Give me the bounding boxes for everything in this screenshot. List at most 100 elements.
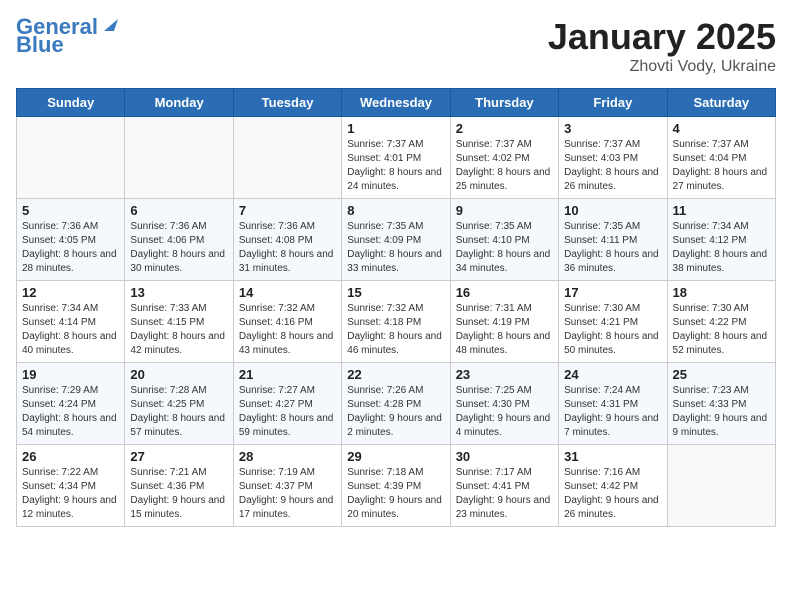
calendar-cell: 1 Sunrise: 7:37 AM Sunset: 4:01 PM Daylig… bbox=[342, 117, 450, 199]
calendar-cell: 4 Sunrise: 7:37 AM Sunset: 4:04 PM Daylig… bbox=[667, 117, 775, 199]
day-info: Sunrise: 7:34 AM Sunset: 4:14 PM Dayligh… bbox=[22, 302, 119, 358]
calendar-cell: 25Sunrise: 7:23 AM Sunset: 4:33 PM Dayli… bbox=[667, 363, 775, 445]
day-number: 7 bbox=[239, 203, 336, 218]
calendar-cell: 17 Sunrise: 7:30 AM Sunset: 4:21 PM Dayli… bbox=[559, 281, 667, 363]
day-number: 22 bbox=[347, 367, 444, 382]
logo-text-blue: Blue bbox=[16, 34, 64, 56]
weekday-header-row: SundayMondayTuesdayWednesdayThursdayFrid… bbox=[17, 89, 776, 117]
calendar-cell: 14Sunrise: 7:32 AM Sunset: 4:16 PM Dayli… bbox=[233, 281, 341, 363]
day-number: 26 bbox=[22, 449, 119, 464]
day-info: Sunrise: 7:28 AM Sunset: 4:25 PM Dayligh… bbox=[130, 384, 227, 440]
day-info: Sunrise: 7:37 AM Sunset: 4:03 PM Dayligh… bbox=[564, 138, 661, 194]
day-info: Sunrise: 7:29 AM Sunset: 4:24 PM Dayligh… bbox=[22, 384, 119, 440]
day-number: 17 bbox=[564, 285, 661, 300]
calendar-cell bbox=[125, 117, 233, 199]
calendar-cell bbox=[233, 117, 341, 199]
calendar-cell: 21 Sunrise: 7:27 AM Sunset: 4:27 PM Dayli… bbox=[233, 363, 341, 445]
weekday-header-sunday: Sunday bbox=[17, 89, 125, 117]
calendar-cell: 12 Sunrise: 7:34 AM Sunset: 4:14 PM Dayli… bbox=[17, 281, 125, 363]
day-number: 2 bbox=[456, 121, 553, 136]
day-info: Sunrise: 7:37 AM Sunset: 4:01 PM Dayligh… bbox=[347, 138, 444, 194]
day-number: 18 bbox=[673, 285, 770, 300]
day-info: Sunrise: 7:32 AM Sunset: 4:18 PM Dayligh… bbox=[347, 302, 444, 358]
logo-icon bbox=[100, 15, 118, 33]
day-number: 14 bbox=[239, 285, 336, 300]
day-info: Sunrise: 7:37 AM Sunset: 4:04 PM Dayligh… bbox=[673, 138, 770, 194]
calendar-week-2: 12 Sunrise: 7:34 AM Sunset: 4:14 PM Dayli… bbox=[17, 281, 776, 363]
day-number: 1 bbox=[347, 121, 444, 136]
calendar-cell: 7 Sunrise: 7:36 AM Sunset: 4:08 PM Daylig… bbox=[233, 199, 341, 281]
day-number: 8 bbox=[347, 203, 444, 218]
day-info: Sunrise: 7:34 AM Sunset: 4:12 PM Dayligh… bbox=[673, 220, 770, 276]
day-number: 5 bbox=[22, 203, 119, 218]
calendar-cell: 20 Sunrise: 7:28 AM Sunset: 4:25 PM Dayli… bbox=[125, 363, 233, 445]
logo: General Blue bbox=[16, 16, 118, 56]
calendar-cell: 19 Sunrise: 7:29 AM Sunset: 4:24 PM Dayli… bbox=[17, 363, 125, 445]
day-number: 10 bbox=[564, 203, 661, 218]
calendar-cell bbox=[17, 117, 125, 199]
calendar-cell: 6Sunrise: 7:36 AM Sunset: 4:06 PM Daylig… bbox=[125, 199, 233, 281]
day-number: 15 bbox=[347, 285, 444, 300]
day-info: Sunrise: 7:35 AM Sunset: 4:11 PM Dayligh… bbox=[564, 220, 661, 276]
page-header: General Blue January 2025 Zhovti Vody, U… bbox=[16, 16, 776, 76]
day-number: 25 bbox=[673, 367, 770, 382]
day-info: Sunrise: 7:22 AM Sunset: 4:34 PM Dayligh… bbox=[22, 466, 119, 522]
calendar-cell: 31 Sunrise: 7:16 AM Sunset: 4:42 PM Dayli… bbox=[559, 445, 667, 527]
calendar-cell: 26 Sunrise: 7:22 AM Sunset: 4:34 PM Dayli… bbox=[17, 445, 125, 527]
day-number: 24 bbox=[564, 367, 661, 382]
day-info: Sunrise: 7:21 AM Sunset: 4:36 PM Dayligh… bbox=[130, 466, 227, 522]
weekday-header-friday: Friday bbox=[559, 89, 667, 117]
day-info: Sunrise: 7:36 AM Sunset: 4:08 PM Dayligh… bbox=[239, 220, 336, 276]
calendar-cell: 15 Sunrise: 7:32 AM Sunset: 4:18 PM Dayli… bbox=[342, 281, 450, 363]
calendar-cell bbox=[667, 445, 775, 527]
day-number: 12 bbox=[22, 285, 119, 300]
day-info: Sunrise: 7:35 AM Sunset: 4:09 PM Dayligh… bbox=[347, 220, 444, 276]
day-info: Sunrise: 7:16 AM Sunset: 4:42 PM Dayligh… bbox=[564, 466, 661, 522]
day-info: Sunrise: 7:30 AM Sunset: 4:22 PM Dayligh… bbox=[673, 302, 770, 358]
calendar-cell: 27Sunrise: 7:21 AM Sunset: 4:36 PM Dayli… bbox=[125, 445, 233, 527]
day-info: Sunrise: 7:37 AM Sunset: 4:02 PM Dayligh… bbox=[456, 138, 553, 194]
calendar-cell: 30 Sunrise: 7:17 AM Sunset: 4:41 PM Dayli… bbox=[450, 445, 558, 527]
day-info: Sunrise: 7:36 AM Sunset: 4:06 PM Dayligh… bbox=[130, 220, 227, 276]
day-number: 30 bbox=[456, 449, 553, 464]
calendar-cell: 18 Sunrise: 7:30 AM Sunset: 4:22 PM Dayli… bbox=[667, 281, 775, 363]
calendar-week-0: 1 Sunrise: 7:37 AM Sunset: 4:01 PM Daylig… bbox=[17, 117, 776, 199]
calendar-cell: 10 Sunrise: 7:35 AM Sunset: 4:11 PM Dayli… bbox=[559, 199, 667, 281]
calendar-cell: 9Sunrise: 7:35 AM Sunset: 4:10 PM Daylig… bbox=[450, 199, 558, 281]
weekday-header-saturday: Saturday bbox=[667, 89, 775, 117]
calendar-week-3: 19 Sunrise: 7:29 AM Sunset: 4:24 PM Dayli… bbox=[17, 363, 776, 445]
calendar-week-1: 5Sunrise: 7:36 AM Sunset: 4:05 PM Daylig… bbox=[17, 199, 776, 281]
day-number: 20 bbox=[130, 367, 227, 382]
day-number: 13 bbox=[130, 285, 227, 300]
weekday-header-wednesday: Wednesday bbox=[342, 89, 450, 117]
calendar-cell: 8 Sunrise: 7:35 AM Sunset: 4:09 PM Daylig… bbox=[342, 199, 450, 281]
day-info: Sunrise: 7:25 AM Sunset: 4:30 PM Dayligh… bbox=[456, 384, 553, 440]
month-title: January 2025 bbox=[548, 16, 776, 58]
calendar-cell: 28 Sunrise: 7:19 AM Sunset: 4:37 PM Dayli… bbox=[233, 445, 341, 527]
day-info: Sunrise: 7:31 AM Sunset: 4:19 PM Dayligh… bbox=[456, 302, 553, 358]
weekday-header-tuesday: Tuesday bbox=[233, 89, 341, 117]
day-number: 16 bbox=[456, 285, 553, 300]
calendar-week-4: 26 Sunrise: 7:22 AM Sunset: 4:34 PM Dayli… bbox=[17, 445, 776, 527]
day-number: 3 bbox=[564, 121, 661, 136]
calendar-cell: 13Sunrise: 7:33 AM Sunset: 4:15 PM Dayli… bbox=[125, 281, 233, 363]
day-info: Sunrise: 7:30 AM Sunset: 4:21 PM Dayligh… bbox=[564, 302, 661, 358]
day-number: 9 bbox=[456, 203, 553, 218]
calendar-cell: 5Sunrise: 7:36 AM Sunset: 4:05 PM Daylig… bbox=[17, 199, 125, 281]
calendar-cell: 11Sunrise: 7:34 AM Sunset: 4:12 PM Dayli… bbox=[667, 199, 775, 281]
day-number: 29 bbox=[347, 449, 444, 464]
calendar-cell: 22Sunrise: 7:26 AM Sunset: 4:28 PM Dayli… bbox=[342, 363, 450, 445]
day-number: 23 bbox=[456, 367, 553, 382]
day-number: 31 bbox=[564, 449, 661, 464]
day-info: Sunrise: 7:19 AM Sunset: 4:37 PM Dayligh… bbox=[239, 466, 336, 522]
day-number: 19 bbox=[22, 367, 119, 382]
day-number: 21 bbox=[239, 367, 336, 382]
day-number: 28 bbox=[239, 449, 336, 464]
day-info: Sunrise: 7:24 AM Sunset: 4:31 PM Dayligh… bbox=[564, 384, 661, 440]
calendar-cell: 3 Sunrise: 7:37 AM Sunset: 4:03 PM Daylig… bbox=[559, 117, 667, 199]
title-block: January 2025 Zhovti Vody, Ukraine bbox=[548, 16, 776, 76]
day-info: Sunrise: 7:17 AM Sunset: 4:41 PM Dayligh… bbox=[456, 466, 553, 522]
calendar-cell: 24 Sunrise: 7:24 AM Sunset: 4:31 PM Dayli… bbox=[559, 363, 667, 445]
day-info: Sunrise: 7:27 AM Sunset: 4:27 PM Dayligh… bbox=[239, 384, 336, 440]
day-number: 4 bbox=[673, 121, 770, 136]
